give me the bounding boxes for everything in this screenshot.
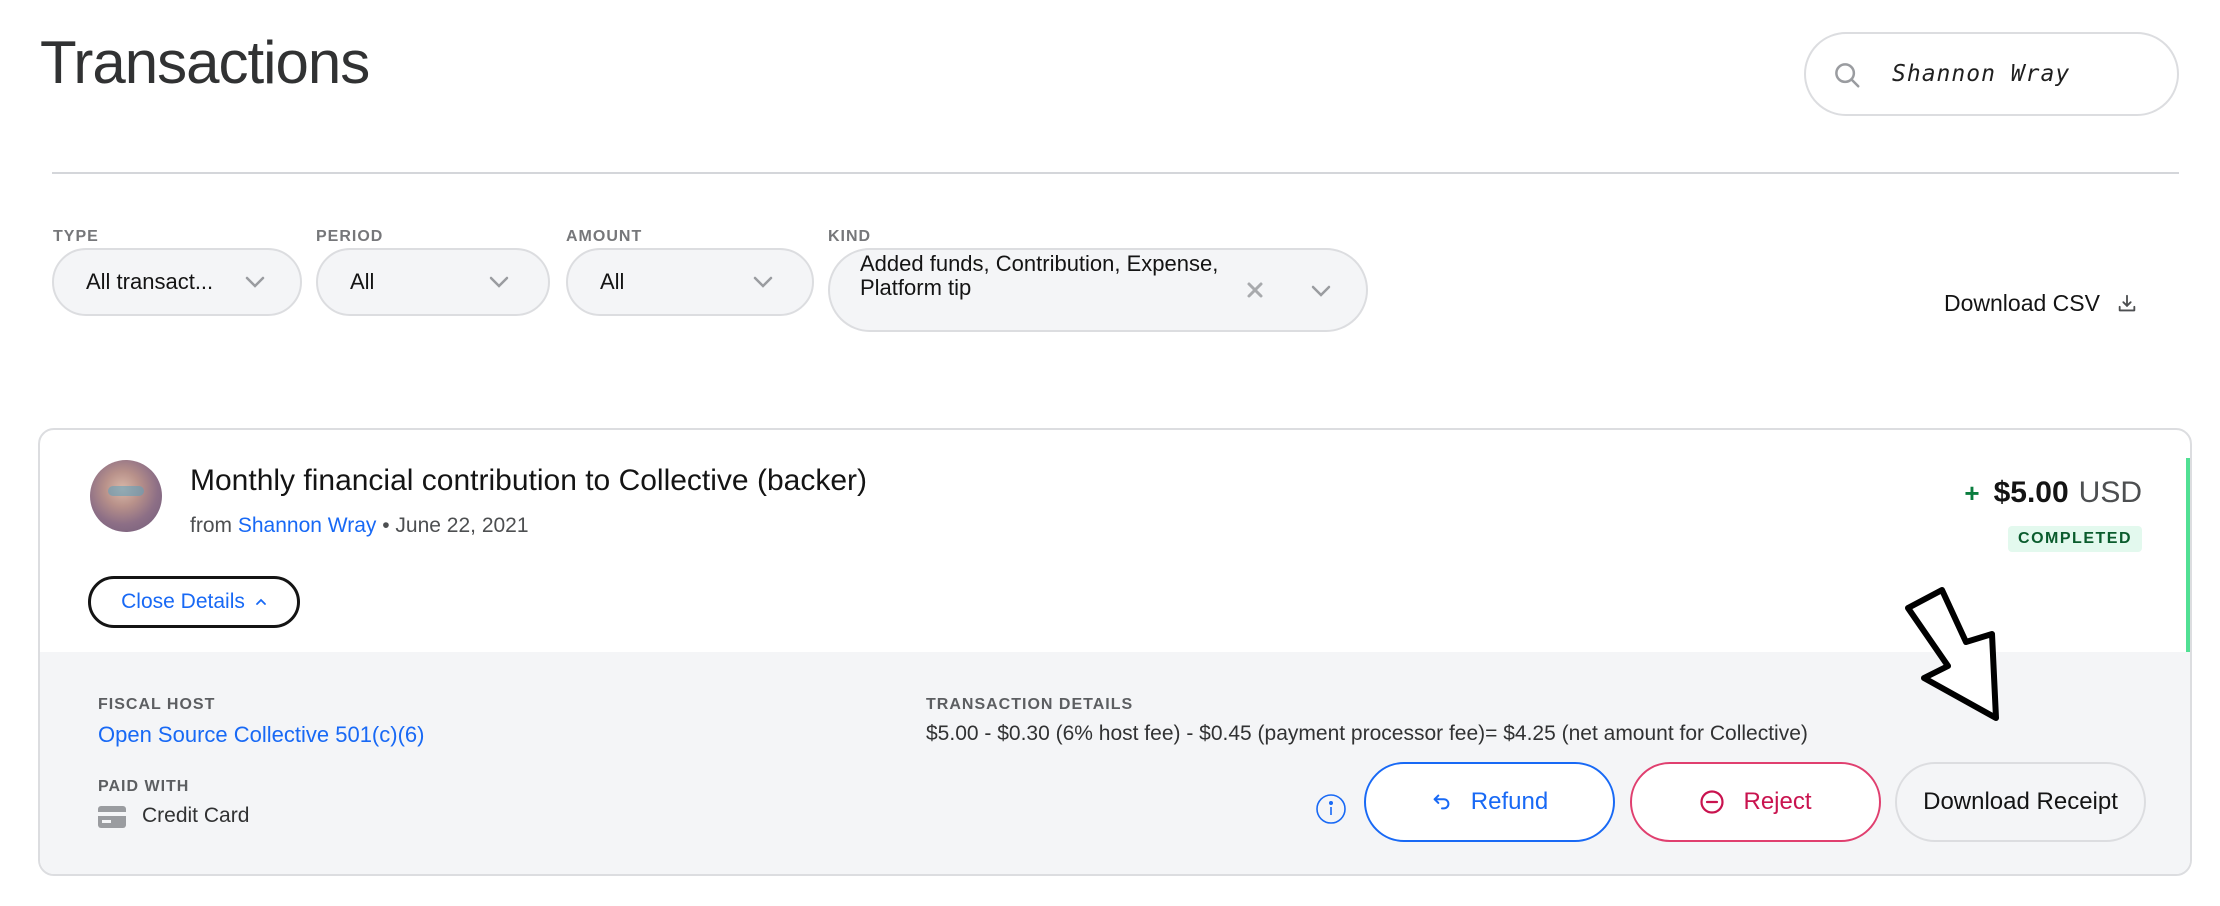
paid-with-value: Credit Card: [142, 804, 250, 827]
refund-button[interactable]: Refund: [1364, 762, 1615, 842]
chevron-down-icon: [489, 276, 509, 288]
undo-icon: [1433, 794, 1450, 810]
type-filter-select[interactable]: All transact...: [52, 248, 302, 316]
minus-circle-icon: [1700, 790, 1725, 814]
reject-label: Reject: [1743, 788, 1812, 815]
chevron-down-icon: [245, 276, 265, 288]
type-filter-value: All transact...: [86, 269, 214, 294]
date-separator: •: [382, 514, 390, 537]
contributor-link[interactable]: Shannon Wray: [238, 514, 377, 537]
page-title: Transactions: [40, 29, 370, 96]
reject-button[interactable]: Reject: [1630, 762, 1881, 842]
amount-filter-label: AMOUNT: [566, 228, 643, 245]
status-accent-bar: [2186, 458, 2190, 658]
download-csv-button[interactable]: Download CSV: [1944, 290, 2138, 317]
transaction-amount: + $5.00 USD: [1964, 476, 2142, 510]
download-receipt-label: Download Receipt: [1923, 788, 2118, 815]
search-input[interactable]: [1892, 52, 2162, 96]
amount-currency: USD: [2078, 476, 2142, 509]
transaction-card: Monthly financial contribution to Collec…: [38, 428, 2192, 876]
refund-label: Refund: [1470, 788, 1549, 815]
fiscal-host-link[interactable]: Open Source Collective 501(c)(6): [98, 722, 424, 748]
from-prefix: from: [190, 514, 232, 537]
period-filter-label: PERIOD: [316, 228, 384, 245]
transaction-meta: from Shannon Wray • June 22, 2021: [190, 514, 529, 538]
close-details-button[interactable]: Close Details: [88, 576, 300, 628]
kind-filter-value: Added funds, Contribution, Expense, Plat…: [860, 251, 1219, 300]
chevron-down-icon[interactable]: [1310, 284, 1332, 298]
credit-card-icon: [98, 806, 126, 828]
amount-sign: +: [1964, 478, 1980, 508]
transaction-title: Monthly financial contribution to Collec…: [190, 464, 867, 497]
transaction-details-text: $5.00 - $0.30 (6% host fee) - $0.45 (pay…: [926, 722, 1808, 745]
header-divider: [52, 172, 2179, 174]
amount-filter-value: All: [600, 269, 625, 294]
fiscal-host-label: FISCAL HOST: [98, 696, 216, 713]
avatar[interactable]: [90, 460, 162, 532]
search-icon: [1835, 63, 1860, 88]
close-icon[interactable]: [1245, 280, 1265, 300]
chevron-down-icon: [753, 276, 773, 288]
arrow-annotation-icon: [1905, 587, 1999, 721]
period-filter-select[interactable]: All: [316, 248, 550, 316]
paid-with-label: PAID WITH: [98, 778, 190, 795]
kind-filter-select[interactable]: Added funds, Contribution, Expense, Plat…: [828, 248, 1368, 332]
transaction-details-label: TRANSACTION DETAILS: [926, 696, 1134, 713]
amount-filter-select[interactable]: All: [566, 248, 814, 316]
transaction-details-panel: FISCAL HOST Open Source Collective 501(c…: [40, 652, 2190, 874]
kind-filter-label: KIND: [828, 228, 872, 245]
amount-value: $5.00: [1993, 476, 2069, 509]
search-box[interactable]: [1804, 32, 2179, 116]
chevron-up-icon: [255, 598, 266, 605]
download-receipt-button[interactable]: Download Receipt: [1895, 762, 2146, 842]
transaction-date: June 22, 2021: [395, 514, 529, 537]
period-filter-value: All: [350, 269, 375, 294]
status-badge: COMPLETED: [2008, 526, 2142, 552]
info-icon[interactable]: [1315, 793, 1347, 825]
download-icon: [2118, 294, 2136, 311]
type-filter-label: TYPE: [53, 228, 99, 245]
close-details-label: Close Details: [121, 590, 245, 613]
download-csv-label: Download CSV: [1944, 290, 2100, 316]
